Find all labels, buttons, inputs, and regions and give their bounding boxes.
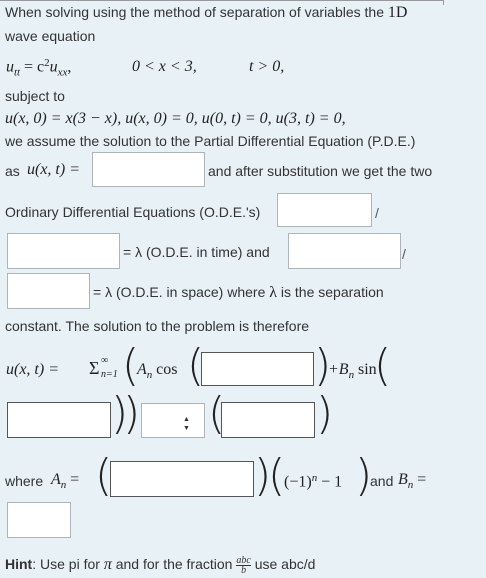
sum-upper: ∞	[101, 355, 109, 366]
intro-line1: When solving using the method of separat…	[5, 4, 385, 20]
pde-rhs-u: u	[49, 58, 58, 76]
Bn-sin-term: +Bn sin	[328, 361, 377, 381]
ode-space-lambda: = λ	[93, 284, 113, 300]
hint-text3: use abc/d	[254, 556, 316, 573]
An-symbol: A	[137, 361, 147, 378]
sum-symbol: Σ	[89, 358, 100, 378]
hint-text1: : Use pi for	[32, 556, 100, 573]
An-cos-term: An cos	[137, 361, 178, 381]
sin-open-paren: (	[374, 340, 392, 391]
top-border-edge	[443, 0, 444, 5]
pde-u: u	[6, 58, 14, 76]
hint-label: Hint	[5, 556, 33, 573]
An-coefficient-input[interactable]	[110, 461, 254, 497]
neg1-term: (−1)n − 1	[284, 472, 342, 492]
Bn-label: Bn =	[398, 471, 426, 491]
separation-text: is the separation	[280, 284, 384, 300]
term-select[interactable]: ▲ ▼	[141, 403, 205, 438]
ode-space-slash: /	[402, 246, 406, 262]
pde-rhs-sub: xx	[57, 66, 68, 79]
coef-An: A	[51, 471, 61, 488]
coef-An-eq: =	[70, 471, 80, 488]
ode-time-lhs-input[interactable]	[277, 193, 372, 227]
top-border	[0, 0, 443, 1]
neg1-open-paren: (	[268, 450, 286, 501]
intro-line2: wave equation	[5, 28, 96, 44]
as-label: as	[5, 163, 20, 179]
solution-form-label: u(x, t) =	[27, 161, 80, 178]
pi-symbol: π	[103, 556, 112, 574]
domain-t: t > 0,	[249, 58, 285, 75]
arrow-up-icon: ▲	[183, 416, 190, 423]
fraction-denominator: b	[241, 565, 247, 576]
solution-form-input[interactable]	[92, 152, 205, 187]
after-substitution-text: and after substitution we get the two	[208, 163, 433, 179]
sin-argument-input[interactable]	[7, 402, 111, 438]
cos-argument-input[interactable]	[201, 352, 314, 386]
where-label: where	[5, 473, 44, 489]
intro-text: When solving using the method of separat…	[5, 4, 407, 22]
sum-lower: n=1	[101, 369, 118, 380]
domain-x: 0 < x < 3,	[132, 58, 197, 75]
lambda-symbol: λ	[269, 284, 278, 301]
coef-An-sub: n	[60, 478, 67, 491]
neg1-base: (−1)	[284, 473, 312, 491]
boundary-conditions: u(x, 0) = x(3 − x), u(x, 0) = 0, u(0, t)…	[5, 110, 346, 127]
cos-label: cos	[156, 361, 178, 378]
ode-time-equation: = λ (O.D.E. in time) and	[123, 244, 270, 260]
minus-one: − 1	[321, 473, 343, 491]
coef-Bn: B	[398, 471, 408, 488]
select-arrows-icon: ▲ ▼	[183, 415, 190, 433]
and-label: and	[370, 473, 394, 489]
ode-space-text: (O.D.E. in space) where	[115, 284, 266, 300]
fraction-example: abc b	[236, 556, 251, 576]
ode-time-slash: /	[375, 205, 379, 221]
hint-text: Hint: Use pi for π and for the fraction …	[5, 556, 316, 576]
coef-Bn-eq: =	[417, 471, 427, 488]
ode-space-rhs-input[interactable]	[7, 273, 90, 309]
solution-lhs: u(x, t) =	[6, 361, 59, 378]
coef-Bn-sub: n	[407, 478, 414, 491]
hint-text2: and for the fraction	[115, 556, 233, 573]
An-sub: n	[146, 368, 153, 381]
ode-space-lhs-input[interactable]	[288, 233, 401, 269]
pde-comma: ,	[67, 58, 72, 76]
time-close-paren: )	[316, 388, 334, 439]
ode-space-equation: = λ (O.D.E. in space) where λ is the sep…	[93, 284, 384, 302]
pde-rhs: = c	[24, 58, 45, 76]
assume-line: we assume the solution to the Partial Di…	[5, 133, 416, 149]
arrow-down-icon: ▼	[183, 425, 190, 432]
Bn-sub: n	[348, 368, 355, 381]
close-paren-big: )	[123, 388, 141, 439]
pde-equation: utt = c2uxx,	[6, 57, 71, 78]
neg1-exp: n	[311, 472, 318, 484]
ode-label: Ordinary Differential Equations (O.D.E.'…	[5, 204, 261, 220]
An-label: An =	[51, 471, 79, 491]
Bn-coefficient-input[interactable]	[7, 502, 71, 538]
time-argument-input[interactable]	[221, 402, 315, 438]
dimension-label: 1D	[387, 4, 408, 21]
constant-line: constant. The solution to the problem is…	[5, 318, 310, 334]
subject-to-label: subject to	[5, 88, 65, 104]
Bn-symbol: +B	[328, 361, 349, 378]
pde-sub: tt	[14, 66, 21, 79]
ode-time-rhs-input[interactable]	[7, 233, 120, 269]
